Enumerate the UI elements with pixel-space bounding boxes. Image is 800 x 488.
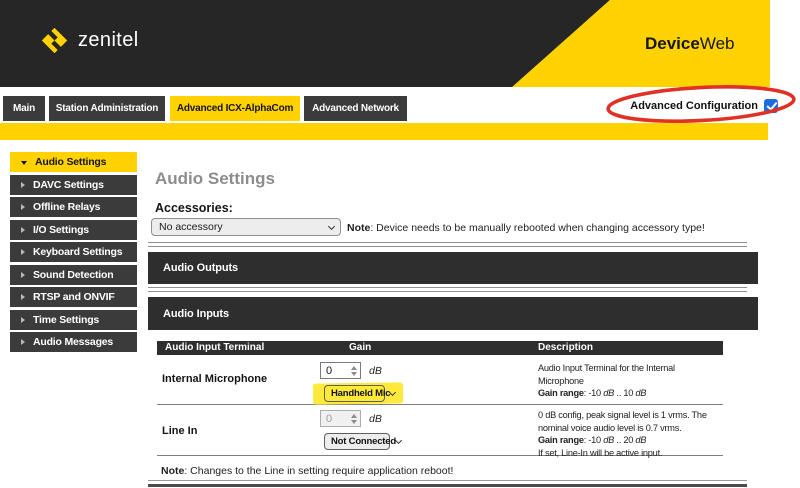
sidebar-item-davc-settings[interactable]: DAVC Settings [10,175,137,195]
column-header-gain: Gain [349,342,371,353]
spinner-down-icon[interactable] [351,372,357,376]
sidebar-item-offline-relays[interactable]: Offline Relays [10,197,137,217]
sidebar-menu: Audio Settings DAVC Settings Offline Rel… [10,152,137,355]
chevron-right-icon [21,339,25,345]
advanced-config-checkbox[interactable] [764,99,778,113]
accessory-note: Note: Device needs to be manually reboot… [347,222,705,234]
sidebar-item-audio-messages[interactable]: Audio Messages [10,332,137,352]
accessory-select-value: No accessory [159,221,223,233]
sidebar-item-label: Offline Relays [33,201,100,213]
section-divider [148,287,747,292]
tab-advanced-icx-alphacom[interactable]: Advanced ICX-AlphaCom [170,96,300,121]
column-header-description: Description [538,342,593,353]
section-audio-inputs[interactable]: Audio Inputs [148,297,758,330]
chevron-down-icon [21,161,27,165]
sidebar-item-label: Sound Detection [33,269,113,281]
spinner-up-icon[interactable] [351,366,357,370]
product-title-light: Web [700,34,735,53]
product-title-bold: Device [645,34,700,53]
sidebar-item-time-settings[interactable]: Time Settings [10,310,137,330]
sidebar-item-label: Audio Settings [35,156,106,168]
table-row-internal-microphone: Internal Microphone 0 dB Handheld Mic Au… [157,355,723,405]
table-header-row: Audio Input Terminal Gain Description [157,341,723,355]
description-line-in: 0 dB config, peak signal level is 1 vrms… [538,410,727,460]
gain-value: 0 [326,413,332,425]
line-in-note: Note: Changes to the Line in setting req… [161,465,453,477]
sidebar-item-io-settings[interactable]: I/O Settings [10,220,137,240]
tab-main[interactable]: Main [3,96,45,121]
terminal-label: Internal Microphone [162,373,267,385]
description-internal-mic: Audio Input Terminal for the Internal Mi… [538,363,727,401]
advanced-config-label: Advanced Configuration [630,100,758,112]
gain-value: 0 [326,365,332,377]
chevron-right-icon [21,317,25,323]
audio-inputs-table: Audio Input Terminal Gain Description In… [157,341,723,456]
gain-input-line-in[interactable]: 0 [320,410,361,427]
bottom-divider-thick [148,484,747,487]
tab-advanced-network[interactable]: Advanced Network [304,96,407,121]
page-title: Audio Settings [155,169,275,189]
gain-unit: dB [369,365,382,377]
spinner-control[interactable] [351,366,357,376]
chevron-right-icon [21,204,25,210]
chevron-right-icon [21,182,25,188]
sidebar-item-audio-settings[interactable]: Audio Settings [10,152,137,172]
accessory-select[interactable]: No accessory [151,218,341,236]
sidebar-item-rtsp-and-onvif[interactable]: RTSP and ONVIF [10,287,137,307]
gain-input-internal-mic[interactable]: 0 [320,362,361,379]
chevron-down-icon [328,222,335,229]
chevron-right-icon [21,294,25,300]
sidebar-item-label: Keyboard Settings [33,246,122,258]
yellow-divider-bar [0,123,768,140]
sidebar-item-label: I/O Settings [33,224,89,236]
advanced-config-control: Advanced Configuration [600,98,778,113]
sidebar-item-label: Time Settings [33,314,99,326]
bottom-divider-thin [148,480,747,481]
internal-mic-source-select[interactable]: Handheld Mic [324,385,385,402]
section-divider [148,242,747,247]
sidebar-item-label: Audio Messages [33,336,113,348]
sidebar-item-sound-detection[interactable]: Sound Detection [10,265,137,285]
chevron-right-icon [21,272,25,278]
column-header-terminal: Audio Input Terminal [165,342,264,353]
accessories-label: Accessories: [155,201,233,215]
sidebar-item-keyboard-settings[interactable]: Keyboard Settings [10,242,137,262]
sidebar-item-label: RTSP and ONVIF [33,291,115,303]
chevron-right-icon [21,249,25,255]
terminal-label: Line In [162,425,197,437]
header-banner: zenitel DeviceWeb [0,0,770,87]
page: zenitel DeviceWeb Main Station Administr… [0,0,800,488]
product-title: DeviceWeb [645,34,734,54]
spinner-up-icon[interactable] [351,414,357,418]
brand-name: zenitel [78,29,139,52]
tab-station-administration[interactable]: Station Administration [49,96,165,121]
brand-logo: zenitel [40,26,139,55]
section-audio-outputs[interactable]: Audio Outputs [148,252,758,284]
select-value: Not Connected [331,436,396,447]
table-row-line-in: Line In 0 dB Not Connected 0 dB config, … [157,405,723,456]
select-value: Handheld Mic [331,388,390,399]
zenitel-logo-icon [40,26,69,55]
spinner-down-icon[interactable] [351,420,357,424]
sidebar-item-label: DAVC Settings [33,179,104,191]
line-in-connection-select[interactable]: Not Connected [324,433,390,450]
gain-unit: dB [369,413,382,425]
spinner-control[interactable] [351,414,357,424]
chevron-right-icon [21,227,25,233]
